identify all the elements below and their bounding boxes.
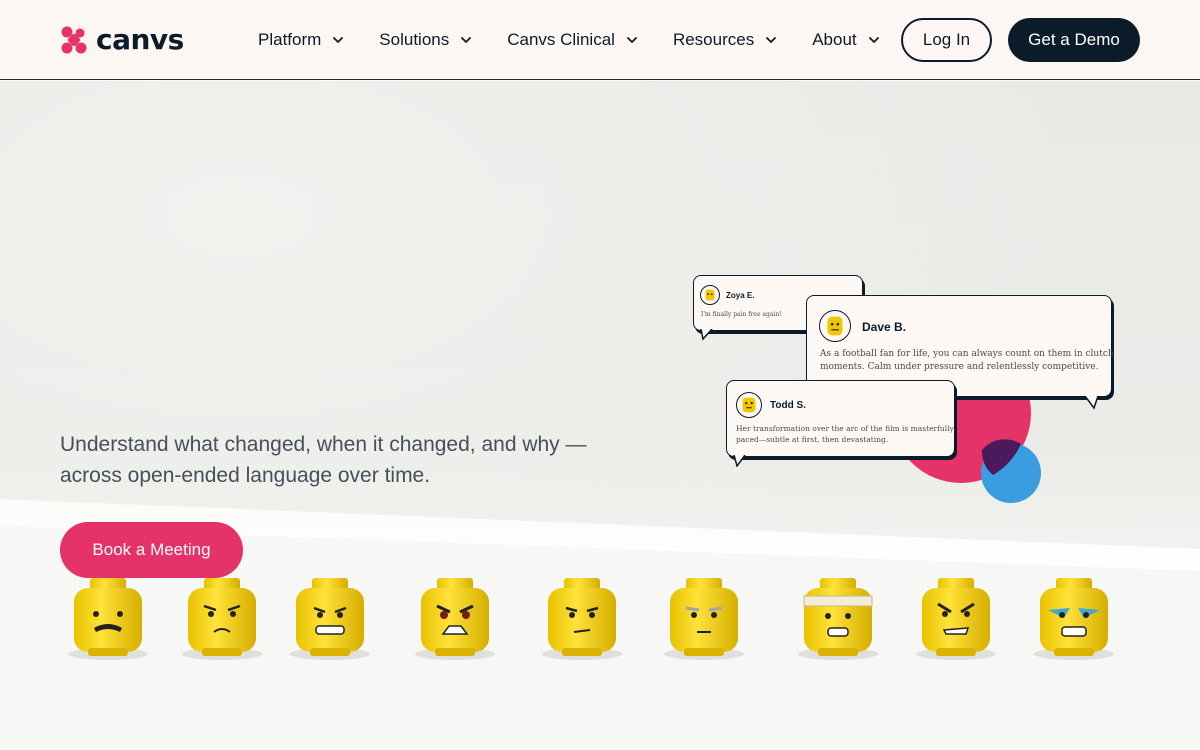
chevron-down-icon: [461, 37, 472, 43]
chevron-down-icon: [627, 37, 637, 43]
lego-head: [415, 578, 495, 660]
hero-tagline: Understand what changed, when it changed…: [60, 429, 620, 491]
lego-head: [542, 578, 622, 660]
nav-item-label: About: [812, 30, 857, 49]
lego-head: [916, 578, 996, 660]
nav-item-solutions[interactable]: Solutions: [379, 28, 473, 52]
quote-bubble-todd: Todd S. Her transformation over the arc …: [726, 380, 955, 457]
bubble-tail: [733, 455, 746, 467]
login-button[interactable]: Log In: [901, 18, 992, 62]
nav-item-label: Platform: [258, 30, 322, 49]
quote-text: paced—subtle at first, then devastating.: [736, 435, 889, 444]
quote-text: moments. Calm under pressure and relentl…: [820, 362, 1099, 372]
nav-item-resources[interactable]: Resources: [673, 28, 778, 52]
bubble-tail: [700, 329, 713, 341]
hero-tagline-line: Understand what changed, when it changed…: [60, 433, 587, 456]
lego-head: [68, 578, 148, 660]
quote-text: I'm finally pain free again!: [701, 311, 782, 318]
hero-tagline-line: across open-ended language over time.: [60, 464, 431, 487]
logo[interactable]: canvs: [60, 25, 184, 55]
bubble-tail: [1084, 396, 1099, 410]
chevron-down-icon: [766, 37, 777, 43]
lego-head: [290, 578, 370, 660]
chevron-down-icon: [333, 37, 344, 43]
avatar: [736, 392, 762, 418]
lego-head: [798, 578, 878, 660]
lego-head: [1034, 578, 1114, 660]
avatar: [819, 310, 851, 342]
nav-item-canvs-clinical[interactable]: Canvs Clinical: [507, 28, 639, 52]
nav-item-label: Solutions: [379, 30, 450, 49]
hero-section: Zoya E. I'm finally pain free again! Dav…: [0, 81, 1200, 750]
quote-text: Her transformation over the arc of the f…: [736, 424, 954, 433]
chevron-down-icon: [868, 37, 879, 43]
quote-author: Dave B.: [862, 320, 907, 334]
book-meeting-button[interactable]: Book a Meeting: [60, 522, 243, 578]
quote-text: As a football fan for life, you can alwa…: [820, 349, 1114, 359]
nav-item-label: Canvs Clinical: [507, 30, 615, 49]
site-header: canvs Platform Solutions Canvs Clinical …: [0, 0, 1200, 80]
get-demo-button[interactable]: Get a Demo: [1008, 18, 1140, 62]
lego-head: [182, 578, 262, 660]
quote-author: Zoya E.: [726, 291, 755, 300]
logo-wordmark: canvs: [96, 23, 184, 56]
avatar: [700, 285, 720, 305]
nav-item-about[interactable]: About: [812, 28, 880, 52]
logo-mark-icon: [61, 26, 87, 54]
nav-item-label: Resources: [672, 30, 755, 49]
main-nav: Platform Solutions Canvs Clinical Resour…: [258, 28, 881, 52]
nav-item-platform[interactable]: Platform: [258, 28, 345, 52]
lego-head: [664, 578, 744, 660]
quote-author: Todd S.: [770, 400, 806, 411]
